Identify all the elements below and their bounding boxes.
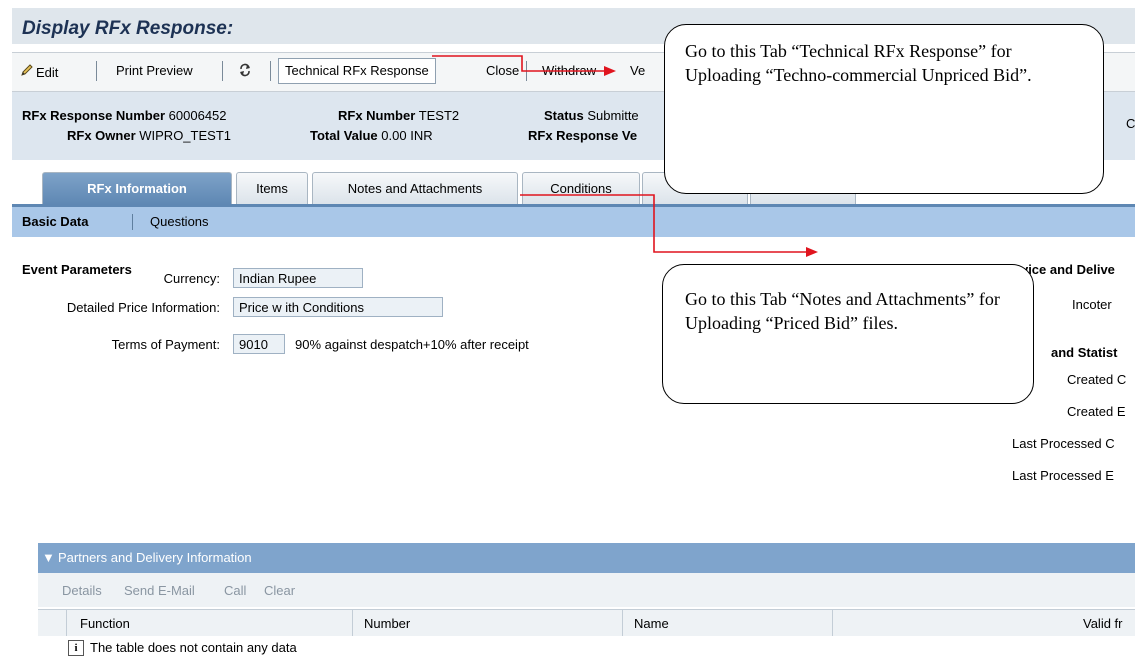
header-right-edge: C: [1126, 116, 1135, 131]
column-function[interactable]: Function: [80, 616, 130, 631]
column-valid-from[interactable]: Valid fr: [1083, 616, 1123, 631]
column-divider: [66, 610, 67, 636]
currency-label: Currency:: [163, 271, 220, 286]
send-email-button[interactable]: Send E-Mail: [124, 583, 195, 598]
empty-table-message: The table does not contain any data: [90, 640, 297, 655]
callout-top-text: Go to this Tab “Technical RFx Response” …: [685, 41, 1032, 85]
created-by-label: Created E: [1067, 404, 1126, 419]
tab-items[interactable]: Items: [236, 172, 308, 205]
column-divider: [352, 610, 353, 636]
subtab-basic-data[interactable]: Basic Data: [22, 214, 88, 229]
partners-panel-header[interactable]: ▼ Partners and Delivery Information: [38, 543, 1135, 573]
rfx-number: RFx Number TEST2: [338, 108, 460, 123]
pencil-icon: [20, 63, 36, 80]
currency-field[interactable]: Indian Rupee: [233, 268, 363, 288]
partners-toolbar: [38, 573, 1135, 607]
edit-label: Edit: [36, 65, 59, 80]
toolbar-divider: [222, 61, 223, 81]
clear-button[interactable]: Clear: [264, 583, 295, 598]
response-version: RFx Response Ve: [528, 128, 638, 143]
page-title: Display RFx Response:: [22, 18, 234, 39]
toolbar-divider: [526, 61, 527, 81]
tab-notes-and-attachments[interactable]: Notes and Attachments: [312, 172, 518, 205]
total-value: Total Value 0.00 INR: [310, 128, 433, 143]
close-button[interactable]: Close: [486, 63, 519, 78]
callout-bottom-text: Go to this Tab “Notes and Attachments” f…: [685, 289, 1000, 333]
response-number: RFx Response Number 60006452: [22, 108, 227, 123]
column-divider: [622, 610, 623, 636]
call-button[interactable]: Call: [224, 583, 246, 598]
created-on-label: Created C: [1067, 372, 1127, 387]
technical-rfx-response-button[interactable]: Technical RFx Response: [278, 58, 436, 84]
partners-table-header: [38, 609, 1135, 637]
withdraw-button[interactable]: Withdraw: [542, 63, 596, 78]
details-button[interactable]: Details: [62, 583, 102, 598]
price-info-field[interactable]: Price w ith Conditions: [233, 297, 443, 317]
triangle-down-icon: ▼: [42, 550, 55, 565]
subtab-divider: [132, 214, 133, 230]
tab-conditions[interactable]: Conditions: [522, 172, 640, 205]
price-info-label: Detailed Price Information:: [66, 300, 220, 315]
payment-terms-label: Terms of Payment:: [111, 337, 220, 352]
subtab-questions[interactable]: Questions: [150, 214, 209, 229]
rfx-owner: RFx Owner WIPRO_TEST1: [67, 128, 231, 143]
toolbar-divider: [96, 61, 97, 81]
column-name[interactable]: Name: [634, 616, 669, 631]
column-number[interactable]: Number: [364, 616, 410, 631]
callout-technical-rfx-response: Go to this Tab “Technical RFx Response” …: [664, 24, 1104, 194]
refresh-icon[interactable]: [238, 63, 252, 80]
last-processed-by-label: Last Processed E: [1012, 468, 1114, 483]
tab-rfx-information[interactable]: RFx Information: [42, 172, 232, 205]
partners-panel-title: Partners and Delivery Information: [58, 550, 252, 565]
column-divider: [832, 610, 833, 636]
status: Status Submitte: [544, 108, 639, 123]
toolbar-divider: [270, 61, 271, 81]
last-processed-on-label: Last Processed C: [1012, 436, 1115, 451]
table-row: i The table does not contain any data: [38, 636, 1135, 660]
print-preview-button[interactable]: Print Preview: [116, 63, 193, 78]
incoterms-label: Incoter: [1072, 297, 1112, 312]
payment-terms-description: 90% against despatch+10% after receipt: [295, 337, 529, 352]
callout-notes-attachments: Go to this Tab “Notes and Attachments” f…: [662, 264, 1034, 404]
statistics-title: and Statist: [1051, 345, 1118, 360]
info-icon: i: [68, 640, 84, 656]
edit-button[interactable]: Edit: [20, 63, 58, 80]
payment-terms-field[interactable]: 9010: [233, 334, 285, 354]
version-button[interactable]: Ve: [630, 63, 645, 78]
